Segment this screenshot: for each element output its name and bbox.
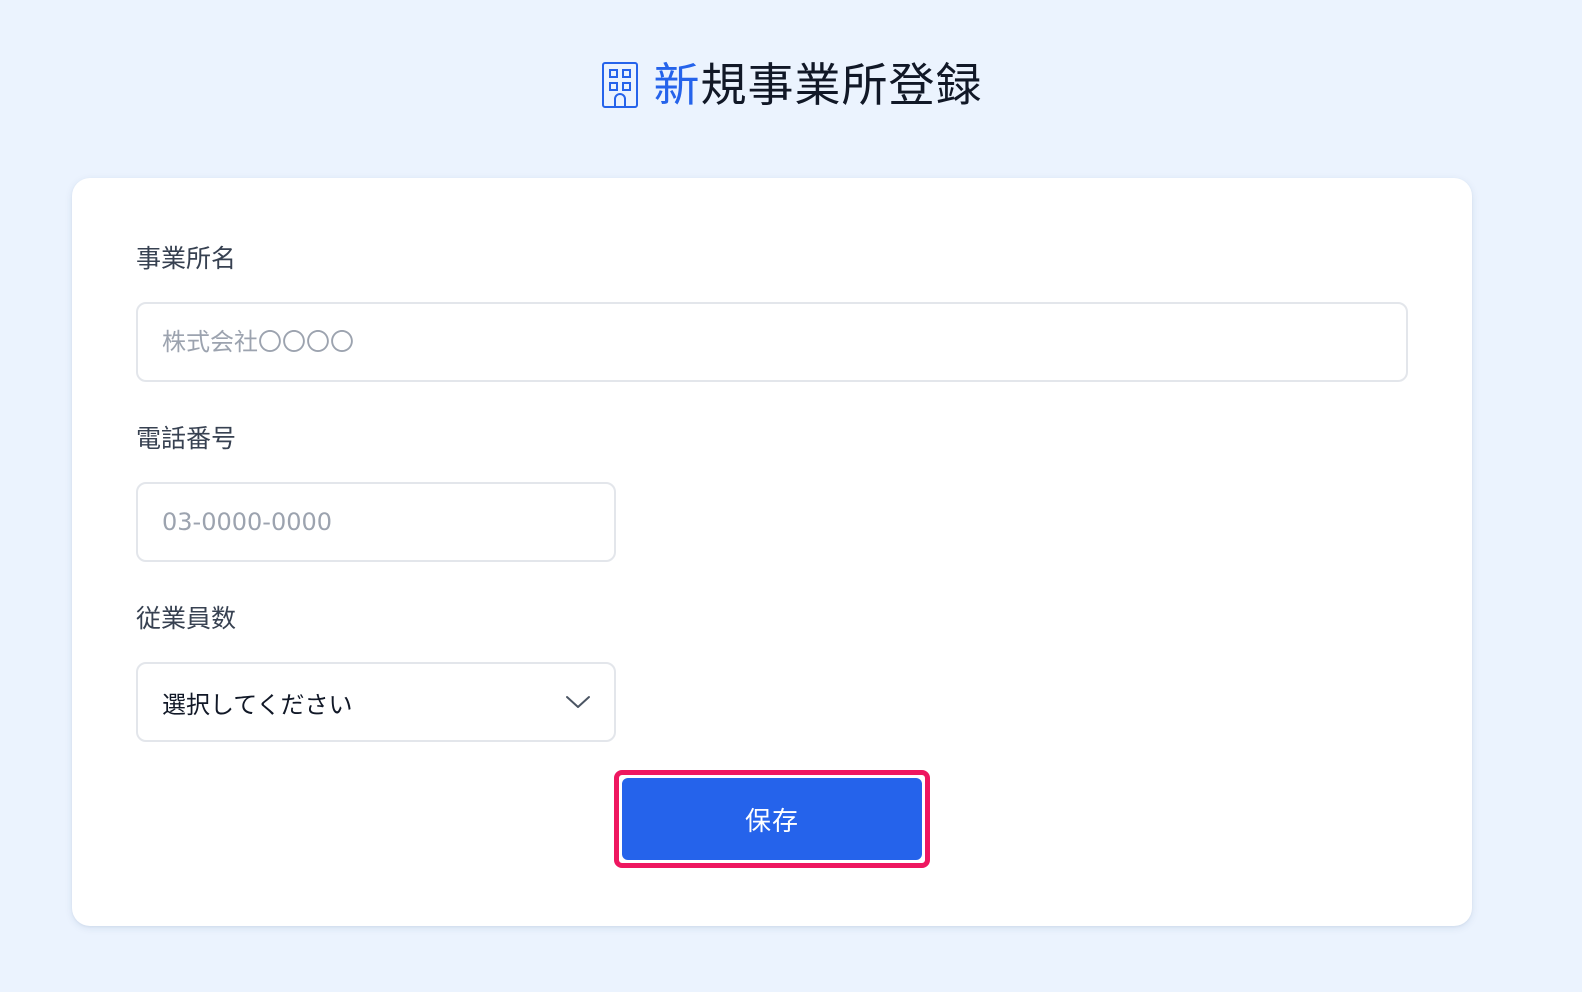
employee-count-select[interactable]: 選択してください xyxy=(136,662,616,742)
page-header: 新規事業所登録 xyxy=(0,50,1582,120)
page-title-rest: 規事業所登録 xyxy=(700,58,983,112)
phone-label: 電話番号 xyxy=(136,424,237,453)
save-button-highlight: 保存 xyxy=(614,770,930,868)
save-button[interactable]: 保存 xyxy=(622,778,922,860)
office-name-input[interactable] xyxy=(136,302,1408,382)
phone-input[interactable] xyxy=(136,482,616,562)
page-title: 新規事業所登録 xyxy=(654,62,983,108)
office-name-label: 事業所名 xyxy=(136,244,237,273)
page-title-accent: 新 xyxy=(653,58,701,112)
chevron-down-icon xyxy=(564,688,592,716)
employee-count-selected: 選択してください xyxy=(162,690,353,719)
employee-count-label: 従業員数 xyxy=(136,604,237,633)
registration-form-card: 事業所名 電話番号 従業員数 選択してください 保存 xyxy=(72,178,1472,926)
building-icon xyxy=(600,60,640,110)
